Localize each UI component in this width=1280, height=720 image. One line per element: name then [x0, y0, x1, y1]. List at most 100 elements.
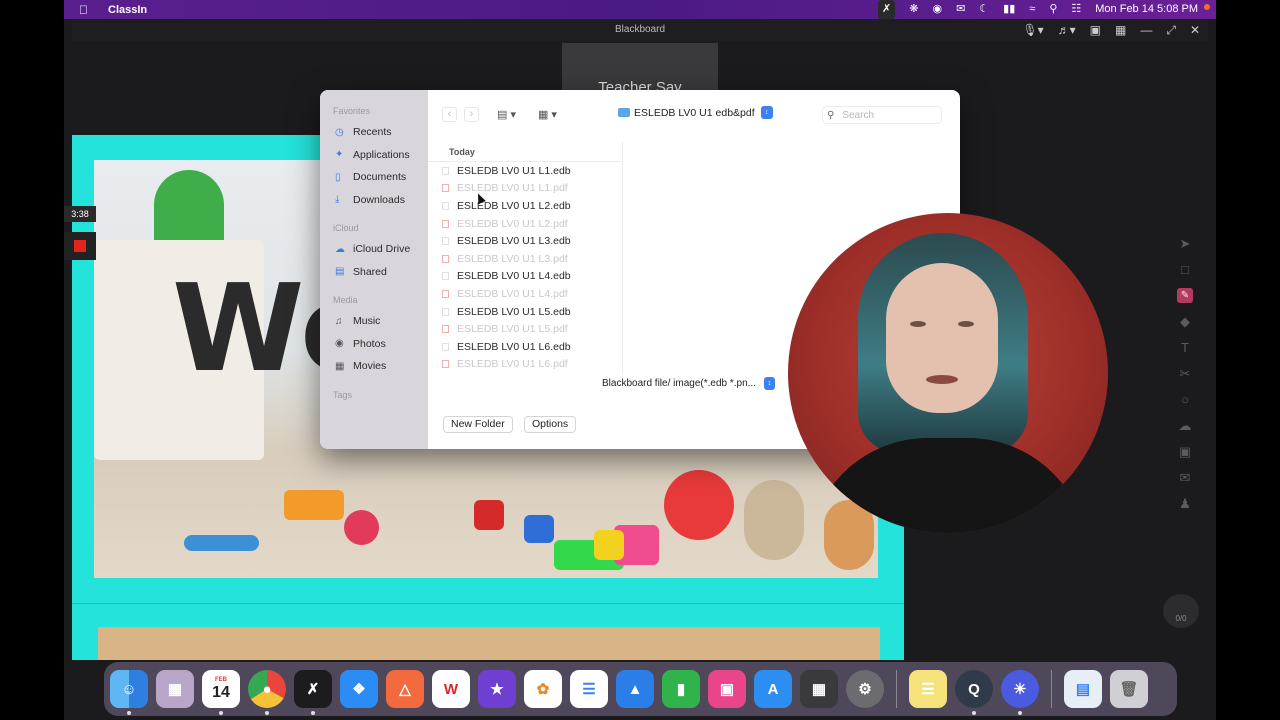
- photos-icon[interactable]: ✿: [524, 670, 562, 708]
- clock-icon: ◷: [335, 126, 344, 138]
- mic-muted-icon[interactable]: 🎙▾: [1022, 19, 1043, 41]
- numbers-icon[interactable]: ▮: [662, 670, 700, 708]
- origin-icon[interactable]: △: [386, 670, 424, 708]
- hand-raise-counter[interactable]: 0/0: [1163, 594, 1199, 628]
- sidebar-item-music[interactable]: ♫ Music: [320, 310, 428, 333]
- file-row[interactable]: ESLEDB LV0 U1 L4.edb: [428, 268, 622, 286]
- wps-icon[interactable]: W: [432, 670, 470, 708]
- cloud-icon[interactable]: ☁: [1177, 418, 1193, 433]
- file-row[interactable]: ESLEDB LV0 U1 L3.edb: [428, 232, 622, 250]
- dock-separator: [896, 670, 897, 708]
- search-icon[interactable]: ⚲: [1049, 0, 1057, 19]
- calendar-day: 14: [212, 684, 230, 701]
- quicktime-icon[interactable]: Q: [955, 670, 993, 715]
- sidebar-item-applications[interactable]: ✦ Applications: [320, 144, 428, 167]
- chat-icon[interactable]: ✉: [1177, 470, 1193, 485]
- sidebar-item-photos[interactable]: ◉ Photos: [320, 333, 428, 356]
- pointer-icon[interactable]: ➤: [1177, 236, 1193, 251]
- scissors-icon[interactable]: ✂: [1177, 366, 1193, 381]
- preview-icon[interactable]: ▤: [1064, 670, 1102, 708]
- file-row[interactable]: ESLEDB LV0 U1 L1.edb: [428, 162, 622, 180]
- sun-icon[interactable]: ☀: [1001, 670, 1039, 715]
- list-heading: Today: [428, 142, 622, 162]
- forward-button[interactable]: ›: [464, 106, 479, 122]
- speaker-muted-icon[interactable]: ♬▾: [1058, 19, 1076, 41]
- eraser-icon[interactable]: ◆: [1177, 314, 1193, 329]
- sidebar-item-icloud-drive[interactable]: ☁ iCloud Drive: [320, 238, 428, 261]
- teacher-say-panel[interactable]: Teacher Say: [562, 43, 718, 91]
- stop-icon: [74, 240, 86, 252]
- imovie-icon[interactable]: ★: [478, 670, 516, 708]
- classin-icon[interactable]: ✗: [294, 670, 332, 715]
- close-icon[interactable]: ✕: [1190, 19, 1200, 41]
- shape-icon[interactable]: ○: [1177, 392, 1193, 407]
- screen:  ClassIn ✗ ❋ ◉ ✉ ☾ ▮▮ ≈ ⚲ ☷ Mon Feb 14 …: [64, 0, 1216, 720]
- edb-file-icon: [442, 307, 449, 316]
- control-center-icon[interactable]: ☷: [1071, 0, 1081, 19]
- calculator-icon[interactable]: ▦: [800, 670, 838, 708]
- sidebar-item-label: Shared: [353, 265, 387, 278]
- apple-icon[interactable]: : [79, 3, 88, 17]
- gear-icon[interactable]: ❋: [909, 0, 918, 19]
- sidebar-item-documents[interactable]: ▯ Documents: [320, 166, 428, 189]
- pen-icon[interactable]: ✎: [1177, 288, 1193, 303]
- sidebar-item-movies[interactable]: ▦ Movies: [320, 355, 428, 378]
- toy-ball: [344, 510, 379, 545]
- search-field[interactable]: ⚲ Search: [822, 106, 942, 124]
- creative-cloud-icon[interactable]: ◉: [932, 0, 942, 19]
- reminders-icon[interactable]: ☰: [570, 670, 608, 708]
- file-format-popup[interactable]: Blackboard file/ image(*.edb *.pn... ↕: [602, 377, 775, 390]
- selection-icon[interactable]: □: [1177, 262, 1193, 277]
- new-folder-button[interactable]: New Folder: [443, 416, 513, 433]
- counter-value: 0/0: [1175, 614, 1187, 623]
- app-store-icon[interactable]: A: [754, 670, 792, 708]
- file-row: ESLEDB LV0 U1 L2.pdf: [428, 215, 622, 233]
- grid-icon[interactable]: ▦: [1115, 19, 1126, 41]
- sidebar-item-shared[interactable]: ▤ Shared: [320, 261, 428, 284]
- column-view-button[interactable]: ▤ ▾: [493, 107, 520, 122]
- nav-buttons: ‹ ›: [442, 106, 479, 122]
- classin-status-icon[interactable]: ✗: [878, 0, 896, 19]
- pdf-file-icon: [442, 219, 449, 228]
- stop-recording-button[interactable]: [64, 232, 96, 260]
- message-icon[interactable]: ✉: [956, 0, 965, 19]
- grid-view-button[interactable]: ▦ ▾: [534, 107, 561, 122]
- launchpad-icon[interactable]: ▦: [156, 670, 194, 708]
- file-row: ESLEDB LV0 U1 L5.pdf: [428, 320, 622, 338]
- moon-icon[interactable]: ☾: [979, 0, 989, 19]
- calendar-icon[interactable]: FEB 14: [202, 670, 240, 715]
- camera-icon[interactable]: ▣: [1090, 19, 1101, 41]
- file-row[interactable]: ESLEDB LV0 U1 L5.edb: [428, 303, 622, 321]
- app-name[interactable]: ClassIn: [108, 4, 147, 16]
- clock-text[interactable]: Mon Feb 14 5:08 PM: [1095, 0, 1198, 19]
- file-name: ESLEDB LV0 U1 L2.edb: [457, 199, 571, 212]
- back-button[interactable]: ‹: [442, 106, 457, 122]
- battery-icon[interactable]: ▮▮: [1003, 0, 1015, 19]
- sidebar-item-downloads[interactable]: ⤓ Downloads: [320, 189, 428, 212]
- status-icons: ✗ ❋ ◉ ✉ ☾ ▮▮ ≈ ⚲ ☷ Mon Feb 14 5:08 PM: [878, 0, 1210, 19]
- file-row[interactable]: ESLEDB LV0 U1 L6.edb: [428, 338, 622, 356]
- text-icon[interactable]: T: [1177, 340, 1193, 355]
- options-button[interactable]: Options: [524, 416, 577, 433]
- location-popup[interactable]: ESLEDB LV0 U1 edb&pdf ↕: [618, 106, 773, 119]
- chrome-icon[interactable]: ●: [248, 670, 286, 715]
- users-icon[interactable]: ♟: [1177, 496, 1193, 511]
- trash-icon[interactable]: 🗑: [1110, 670, 1148, 708]
- sidebar-item-label: Applications: [353, 148, 410, 161]
- file-name: ESLEDB LV0 U1 L3.edb: [457, 235, 571, 248]
- sidebar-item-recents[interactable]: ◷ Recents: [320, 121, 428, 144]
- notes-icon[interactable]: ☰: [909, 670, 947, 708]
- edb-file-icon: [442, 272, 449, 281]
- screens-icon[interactable]: ▣: [708, 670, 746, 708]
- toolbox-icon[interactable]: ▣: [1177, 444, 1193, 459]
- wifi-icon[interactable]: ≈: [1029, 0, 1035, 19]
- bear-icon[interactable]: ❖: [340, 670, 378, 708]
- finder-icon[interactable]: ☺: [110, 670, 148, 715]
- file-row[interactable]: ESLEDB LV0 U1 L2.edb: [428, 197, 622, 215]
- system-preferences-icon[interactable]: ⚙: [846, 670, 884, 708]
- minimize-icon[interactable]: —: [1140, 19, 1152, 41]
- expand-icon[interactable]: ⤢: [1166, 19, 1176, 41]
- webcam-video[interactable]: [788, 213, 1108, 533]
- sidebar-item-label: Recents: [353, 126, 392, 139]
- keynote-icon[interactable]: ▲: [616, 670, 654, 708]
